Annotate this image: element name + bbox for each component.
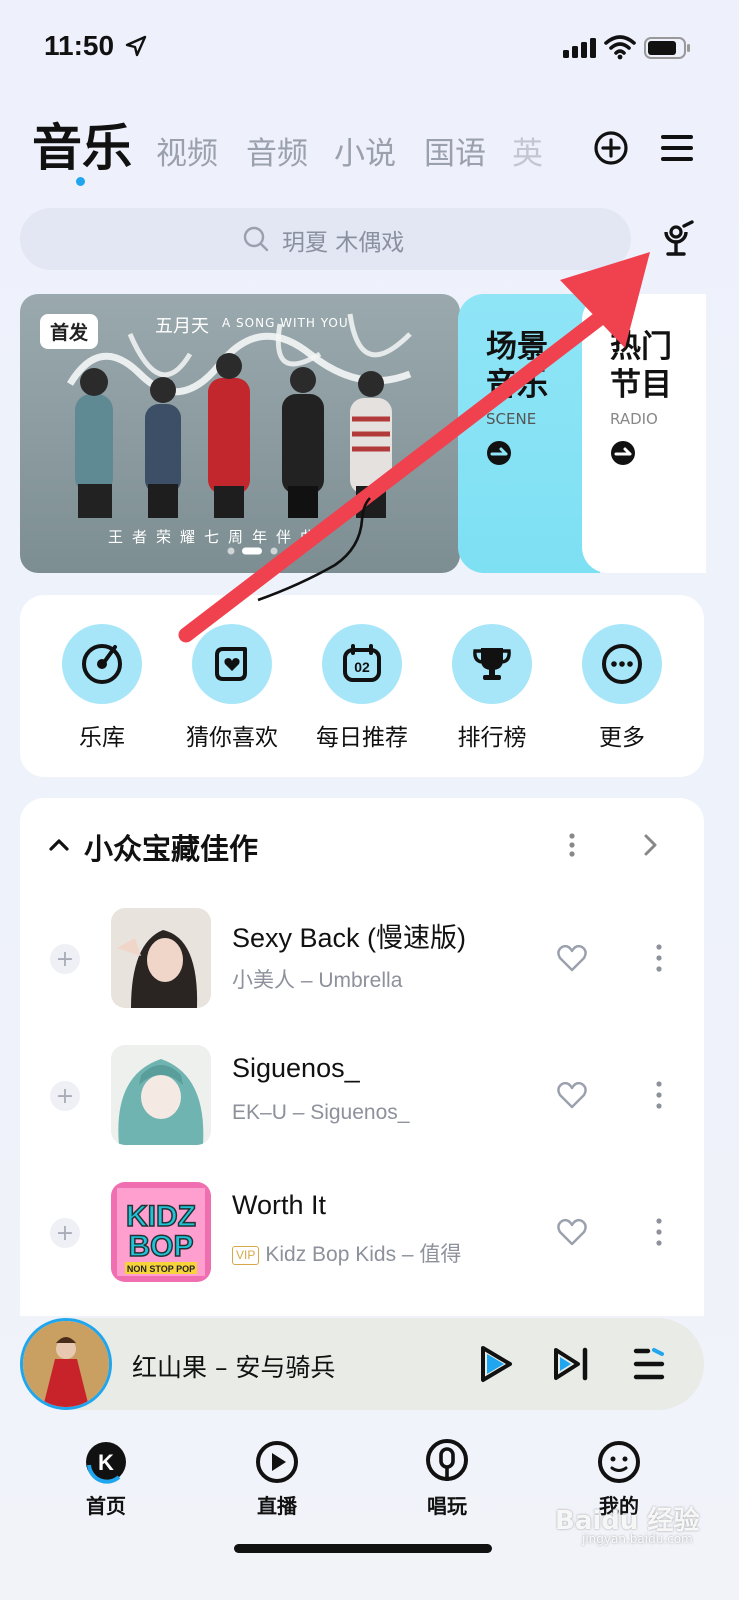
add-to-playlist-button[interactable]: + bbox=[50, 944, 80, 974]
song-more-icon[interactable] bbox=[655, 1080, 663, 1110]
cover-art: KIDZ BOP NON STOP POP bbox=[111, 1182, 211, 1282]
mini-player[interactable] bbox=[20, 1318, 704, 1410]
chevron-right-icon[interactable] bbox=[640, 832, 660, 858]
cover-art bbox=[111, 1045, 211, 1145]
home-k-icon[interactable]: K bbox=[81, 1437, 131, 1487]
cover-text: NON STOP POP bbox=[127, 1264, 195, 1274]
vip-badge: VIP bbox=[232, 1245, 260, 1265]
profile-face-icon[interactable] bbox=[594, 1437, 644, 1487]
section-title: 小众宝藏佳作 bbox=[84, 832, 259, 866]
plus-icon: + bbox=[55, 946, 75, 972]
nav-sing-label[interactable]: 唱玩 bbox=[407, 1490, 487, 1519]
song-artist: 小美人 – Umbrella bbox=[232, 969, 403, 992]
home-indicator[interactable] bbox=[234, 1544, 492, 1553]
song-cover[interactable]: KIDZ BOP NON STOP POP bbox=[111, 1182, 211, 1282]
svg-text:K: K bbox=[98, 1450, 114, 1475]
now-playing-title[interactable]: 红山果 – 安与骑兵 bbox=[132, 1348, 335, 1384]
add-to-playlist-button[interactable]: + bbox=[50, 1081, 80, 1111]
nav-live-label[interactable]: 直播 bbox=[237, 1490, 317, 1519]
heart-icon[interactable] bbox=[556, 1217, 588, 1247]
song-artist: EK–U – Siguenos_ bbox=[232, 1101, 410, 1124]
more-label: 更多 bbox=[599, 725, 645, 751]
song-artist: Kidz Bop Kids – 值得 bbox=[265, 1243, 462, 1266]
song-more-icon[interactable] bbox=[655, 943, 663, 973]
daily-recommend-label: 每日推荐 bbox=[316, 725, 408, 751]
cover-text: BOP bbox=[128, 1230, 193, 1263]
add-to-playlist-button[interactable]: + bbox=[50, 1218, 80, 1248]
cover-art bbox=[23, 1321, 109, 1407]
song-title[interactable]: Worth It bbox=[232, 1190, 326, 1221]
collapse-chevron-icon[interactable] bbox=[48, 834, 70, 856]
song-title[interactable]: Siguenos_ bbox=[232, 1053, 360, 1084]
song-cover[interactable] bbox=[111, 1045, 211, 1145]
next-track-icon[interactable] bbox=[552, 1346, 590, 1382]
playlist-icon[interactable] bbox=[632, 1346, 666, 1382]
heart-icon[interactable] bbox=[556, 943, 588, 973]
plus-icon: + bbox=[55, 1220, 75, 1246]
live-play-icon[interactable] bbox=[252, 1437, 302, 1487]
cover-text: KIDZ bbox=[126, 1200, 196, 1233]
song-artist-row: VIP Kidz Bop Kids – 值得 bbox=[232, 1238, 461, 1268]
more-vertical-icon[interactable] bbox=[566, 832, 578, 858]
play-icon[interactable] bbox=[478, 1344, 514, 1384]
song-more-icon[interactable] bbox=[655, 1217, 663, 1247]
plus-icon: + bbox=[55, 1083, 75, 1109]
song-cover[interactable] bbox=[111, 908, 211, 1008]
guess-you-like-label: 猜你喜欢 bbox=[186, 725, 278, 751]
sing-mic-icon[interactable] bbox=[422, 1437, 472, 1487]
song-title[interactable]: Sexy Back (慢速版) bbox=[232, 916, 466, 955]
charts-label: 排行榜 bbox=[457, 725, 527, 751]
heart-icon[interactable] bbox=[556, 1080, 588, 1110]
cover-art bbox=[111, 908, 211, 1008]
annotation-arrow-overlay bbox=[178, 252, 650, 643]
watermark-url: jingyan.baidu.com bbox=[582, 1532, 693, 1546]
now-playing-cover[interactable] bbox=[20, 1318, 112, 1410]
nav-home-label[interactable]: 首页 bbox=[66, 1490, 146, 1519]
music-library-label: 乐库 bbox=[79, 725, 125, 751]
